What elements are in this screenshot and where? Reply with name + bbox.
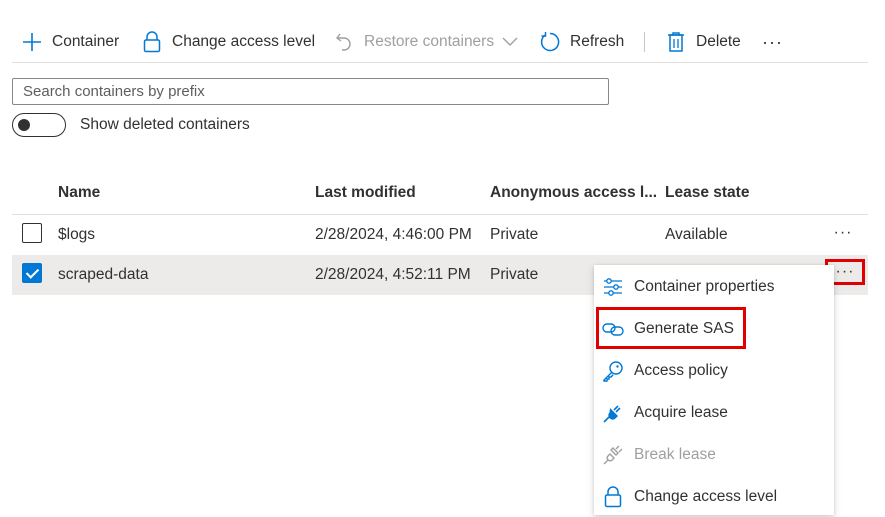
access-level-value: Private bbox=[490, 226, 539, 243]
show-deleted-label: Show deleted containers bbox=[80, 116, 250, 133]
last-modified-value: 2/28/2024, 4:52:11 PM bbox=[315, 266, 471, 283]
command-bar: Container Change access level Restore co… bbox=[12, 24, 868, 63]
last-modified-value: 2/28/2024, 4:46:00 PM bbox=[315, 226, 472, 243]
show-deleted-toggle[interactable] bbox=[12, 113, 66, 137]
column-header-anonymous-access[interactable]: Anonymous access l... bbox=[490, 184, 657, 202]
container-name[interactable]: scraped-data bbox=[58, 266, 148, 284]
lease-state-value: Available bbox=[665, 226, 728, 243]
menu-item-acquire-lease[interactable]: Acquire lease bbox=[594, 393, 834, 433]
add-container-button[interactable]: Container bbox=[20, 28, 119, 56]
sliders-icon bbox=[602, 276, 624, 298]
menu-item-label: Break lease bbox=[634, 446, 716, 463]
plug-icon bbox=[602, 402, 624, 424]
generate-sas-highlight bbox=[596, 307, 746, 349]
menu-item-label: Acquire lease bbox=[634, 404, 728, 421]
lock-icon bbox=[140, 30, 164, 54]
row-checkbox[interactable] bbox=[22, 223, 42, 243]
restore-containers-label: Restore containers bbox=[364, 33, 495, 50]
more-icon: ··· bbox=[835, 263, 855, 280]
toolbar-divider bbox=[644, 32, 645, 52]
menu-item-container-properties[interactable]: Container properties bbox=[594, 267, 834, 307]
broken-plug-icon bbox=[602, 444, 624, 466]
restore-containers-button[interactable]: Restore containers bbox=[332, 28, 518, 56]
menu-item-label: Access policy bbox=[634, 362, 728, 379]
delete-button[interactable]: Delete bbox=[664, 28, 741, 56]
menu-item-label: Container properties bbox=[634, 278, 775, 295]
refresh-label: Refresh bbox=[570, 33, 625, 50]
menu-item-change-access-level[interactable]: Change access level bbox=[594, 477, 834, 517]
column-header-name[interactable]: Name bbox=[58, 184, 100, 202]
column-header-last-modified[interactable]: Last modified bbox=[315, 184, 416, 202]
trash-icon bbox=[664, 30, 688, 54]
delete-label: Delete bbox=[696, 33, 741, 50]
plus-icon bbox=[20, 30, 44, 54]
key-icon bbox=[602, 360, 624, 382]
add-container-label: Container bbox=[52, 33, 120, 50]
chevron-down-icon bbox=[502, 37, 518, 47]
row-more-button[interactable]: ··· bbox=[830, 223, 856, 243]
lock-icon bbox=[602, 486, 624, 508]
change-access-level-label: Change access level bbox=[172, 33, 316, 50]
refresh-button[interactable]: Refresh bbox=[538, 28, 624, 56]
table-row[interactable]: $logs 2/28/2024, 4:46:00 PM Private Avai… bbox=[12, 215, 868, 256]
toggle-knob bbox=[18, 119, 30, 131]
search-input[interactable] bbox=[12, 78, 609, 105]
row-checkbox[interactable] bbox=[22, 263, 42, 283]
access-level-value: Private bbox=[490, 266, 539, 283]
more-commands-button[interactable]: ··· bbox=[762, 28, 783, 56]
column-header-lease-state[interactable]: Lease state bbox=[665, 184, 749, 202]
container-name[interactable]: $logs bbox=[58, 226, 95, 244]
more-icon: ··· bbox=[762, 31, 783, 52]
more-icon: ··· bbox=[833, 224, 853, 241]
menu-item-access-policy[interactable]: Access policy bbox=[594, 351, 834, 391]
refresh-icon bbox=[538, 30, 562, 54]
row-context-menu: Container properties Generate SAS Access… bbox=[594, 265, 834, 515]
menu-item-label: Change access level bbox=[634, 488, 778, 505]
undo-icon bbox=[332, 30, 356, 54]
menu-item-break-lease[interactable]: Break lease bbox=[594, 435, 834, 475]
change-access-level-button[interactable]: Change access level bbox=[140, 28, 315, 56]
